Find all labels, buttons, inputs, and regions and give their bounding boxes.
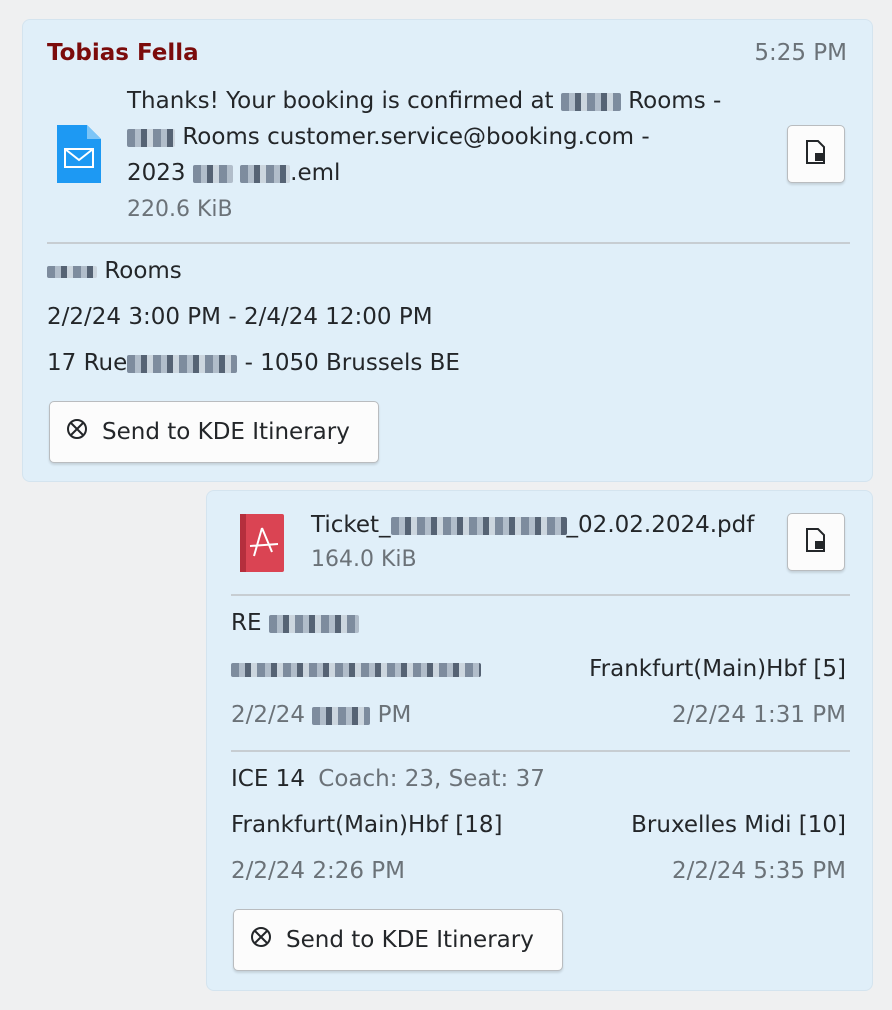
save-attachment-button[interactable] (787, 125, 845, 183)
address-part: - 1050 Brussels BE (244, 350, 460, 376)
redacted-text (312, 706, 371, 725)
train-name: ICE 14 Coach: 23, Seat: 37 (231, 766, 545, 792)
attachment-name[interactable]: Thanks! Your booking is confirmed at Roo… (127, 83, 767, 191)
attachment-name-part: 2023 (127, 160, 186, 186)
hotel-name: Rooms (47, 258, 182, 284)
attachment-name-part: Rooms customer.service@booking.com - (182, 124, 650, 150)
attachment-name-part: Thanks! Your booking is confirmed at (127, 88, 554, 114)
train-name-text: ICE 14 (231, 766, 305, 792)
address-part: 17 Rue (47, 350, 128, 376)
message-bubble: Tobias Fella 5:25 PM Thanks! Your bookin… (22, 19, 873, 482)
message-bubble: Ticket_ _02.02.2024.pdf 164.0 KiB RE Fran… (206, 490, 873, 991)
arrival-time: 2/2/24 1:31 PM (671, 702, 846, 728)
seat-info: Coach: 23, Seat: 37 (318, 766, 545, 792)
departure-time: 2/2/24 2:26 PM (231, 858, 406, 884)
arrival-station: Bruxelles Midi [10] (631, 812, 846, 838)
save-file-icon (805, 140, 827, 168)
arrival-station: Frankfurt(Main)Hbf [5] (589, 656, 846, 682)
attachment-size: 220.6 KiB (127, 197, 233, 222)
redacted-text (47, 265, 97, 278)
attachment-name-part: _02.02.2024.pdf (566, 512, 755, 538)
divider (231, 750, 850, 752)
departure-time-part: PM (377, 702, 412, 728)
sender-name[interactable]: Tobias Fella (47, 40, 199, 66)
hotel-dates: 2/2/24 3:00 PM - 2/4/24 12:00 PM (47, 304, 433, 330)
attachment-name-part: .eml (290, 160, 341, 186)
redacted-text (127, 354, 238, 373)
attachment-size: 164.0 KiB (311, 547, 417, 572)
departure-time-part: 2/2/24 (231, 702, 306, 728)
redacted-text (560, 92, 621, 111)
train-name-text: RE (231, 610, 262, 636)
message-time: 5:25 PM (754, 40, 847, 66)
redacted-text (127, 128, 175, 147)
itinerary-icon (66, 418, 102, 446)
divider (47, 242, 850, 244)
train-name: RE (231, 610, 359, 636)
hotel-address: 17 Rue - 1050 Brussels BE (47, 350, 460, 376)
email-file-icon (57, 125, 101, 187)
send-to-itinerary-label: Send to KDE Itinerary (286, 927, 534, 953)
departure-station: Frankfurt(Main)Hbf [18] (231, 812, 503, 838)
departure-time: 2/2/24 PM (231, 702, 411, 728)
attachment-name-part: Ticket_ (311, 512, 391, 538)
send-to-itinerary-button[interactable]: Send to KDE Itinerary (233, 909, 563, 971)
save-file-icon (805, 528, 827, 556)
redacted-text (192, 164, 233, 183)
itinerary-icon (250, 926, 286, 954)
redacted-text (268, 614, 359, 633)
divider (231, 594, 850, 596)
attachment-name[interactable]: Ticket_ _02.02.2024.pdf (311, 507, 781, 543)
departure-station (231, 656, 481, 682)
send-to-itinerary-label: Send to KDE Itinerary (102, 419, 350, 445)
redacted-text (390, 516, 567, 535)
hotel-name-text: Rooms (104, 258, 182, 284)
save-attachment-button[interactable] (787, 513, 845, 571)
redacted-text (231, 662, 481, 677)
redacted-text (240, 164, 291, 183)
arrival-time: 2/2/24 5:35 PM (671, 858, 846, 884)
pdf-file-icon (240, 514, 284, 576)
send-to-itinerary-button[interactable]: Send to KDE Itinerary (49, 401, 379, 463)
attachment-name-part: Rooms - (628, 88, 722, 114)
